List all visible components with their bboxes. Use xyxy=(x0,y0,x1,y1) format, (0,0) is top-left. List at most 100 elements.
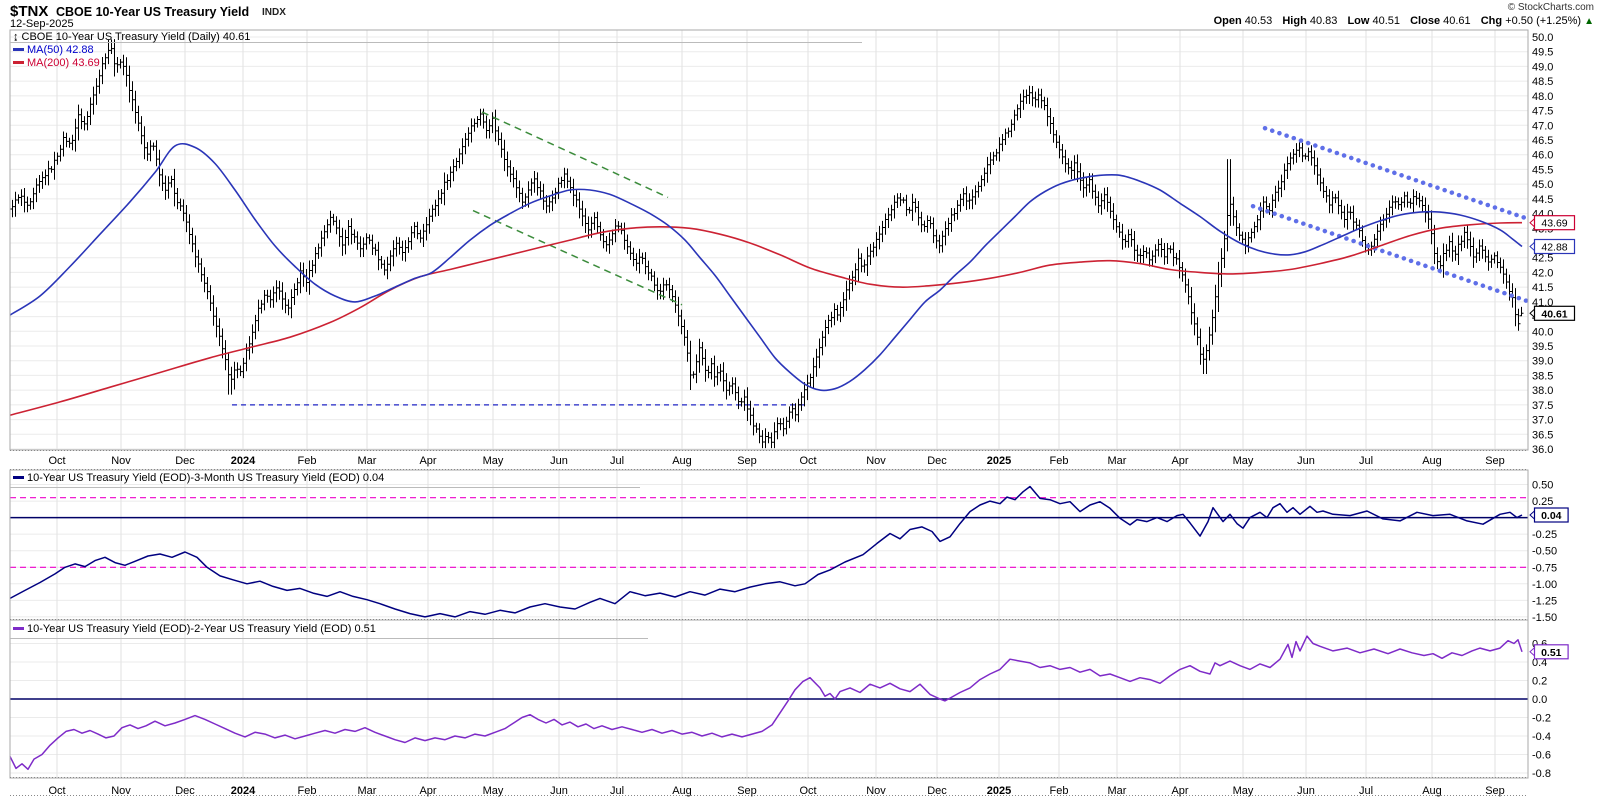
low-label: Low xyxy=(1347,15,1370,27)
ma200-swatch-icon xyxy=(13,60,24,64)
x-month-label: Sep xyxy=(1485,455,1505,467)
y-tick-label: -0.25 xyxy=(1532,529,1557,541)
x-month-label: Feb xyxy=(1050,455,1069,467)
x-month-label: May xyxy=(1233,455,1254,467)
x-month-label: Aug xyxy=(1422,785,1442,797)
main-legend-label: CBOE 10-Year US Treasury Yield (Daily) 4… xyxy=(21,31,251,43)
ma50-legend: MA(50) 42.88 xyxy=(13,44,94,56)
x-month-label: 2025 xyxy=(987,785,1011,797)
x-month-label: Feb xyxy=(298,785,317,797)
low-value: 40.51 xyxy=(1372,15,1401,27)
x-month-label: May xyxy=(483,785,504,797)
ma200-legend: MA(200) 43.69 xyxy=(13,57,100,69)
x-month-label: Sep xyxy=(737,785,757,797)
price-label-text: 0.51 xyxy=(1541,647,1562,659)
x-month-label: Oct xyxy=(48,455,65,467)
y-tick-label: 45.0 xyxy=(1532,179,1553,191)
y-tick-label: 0.50 xyxy=(1532,480,1553,492)
y-tick-label: 0.2 xyxy=(1532,676,1547,688)
y-tick-label: 36.5 xyxy=(1532,429,1553,441)
x-month-label: Jul xyxy=(1359,455,1373,467)
x-month-label: Dec xyxy=(927,455,947,467)
x-month-label: Dec xyxy=(175,455,195,467)
x-month-label: 2024 xyxy=(231,455,256,467)
y-tick-label: 48.5 xyxy=(1532,76,1553,88)
x-month-label: May xyxy=(483,455,504,467)
x-month-label: Sep xyxy=(737,455,757,467)
x-month-label: Aug xyxy=(1422,455,1442,467)
x-month-label: May xyxy=(1233,785,1254,797)
y-tick-label: -0.50 xyxy=(1532,546,1557,558)
high-value: 40.83 xyxy=(1309,15,1338,27)
y-tick-label: 39.0 xyxy=(1532,356,1553,368)
y-tick-label: 47.0 xyxy=(1532,120,1553,132)
y-tick-label: 0.0 xyxy=(1532,694,1547,706)
y-tick-label: 41.5 xyxy=(1532,282,1553,294)
y-tick-label: 45.5 xyxy=(1532,164,1553,176)
x-month-label: Apr xyxy=(1171,785,1188,797)
x-month-label: Jul xyxy=(1359,785,1373,797)
x-month-label: Sep xyxy=(1485,785,1505,797)
y-tick-label: -0.6 xyxy=(1532,750,1551,762)
y-tick-label: 42.0 xyxy=(1532,267,1553,279)
spread-3m-swatch-icon xyxy=(13,475,24,479)
x-month-label: Dec xyxy=(927,785,947,797)
updown-arrows-icon: ↨ xyxy=(13,31,19,43)
y-tick-label: 38.0 xyxy=(1532,385,1553,397)
x-month-label: Feb xyxy=(298,455,317,467)
y-tick-label: 37.5 xyxy=(1532,400,1553,412)
x-month-label: Nov xyxy=(111,455,131,467)
main-chart-legend: ↨ CBOE 10-Year US Treasury Yield (Daily) … xyxy=(13,31,250,43)
x-month-label: Mar xyxy=(1108,785,1127,797)
ma50-swatch-icon xyxy=(13,47,24,51)
y-tick-label: -1.50 xyxy=(1532,612,1557,624)
x-month-label: Oct xyxy=(48,785,65,797)
y-tick-label: 37.0 xyxy=(1532,415,1553,427)
x-month-label: Apr xyxy=(1171,455,1188,467)
spread-3m-label: 10-Year US Treasury Yield (EOD)-3-Month … xyxy=(27,472,385,484)
high-label: High xyxy=(1282,15,1307,27)
x-month-label: Jun xyxy=(550,785,568,797)
y-tick-label: 0.25 xyxy=(1532,496,1553,508)
page-title: CBOE 10-Year US Treasury Yield xyxy=(56,5,250,19)
price-label-text: 42.88 xyxy=(1541,242,1567,254)
y-tick-label: -1.00 xyxy=(1532,579,1557,591)
y-tick-label: 40.0 xyxy=(1532,326,1553,338)
x-month-label: Mar xyxy=(358,455,377,467)
x-month-label: Jun xyxy=(550,455,568,467)
y-tick-label: 49.0 xyxy=(1532,61,1553,73)
x-month-label: Dec xyxy=(175,785,195,797)
ma50-label: MA(50) 42.88 xyxy=(27,44,94,56)
x-month-label: Jul xyxy=(610,455,624,467)
chart-canvas: 50.0 49.5 49.0 48.5 48.0 47.5 47.0 46.5 46.0 45.5… xyxy=(0,0,1600,800)
spread-3m-legend: 10-Year US Treasury Yield (EOD)-3-Month … xyxy=(13,472,384,484)
y-tick-label: 44.5 xyxy=(1532,194,1553,206)
y-tick-label: -1.25 xyxy=(1532,595,1557,607)
spread-2y-legend: 10-Year US Treasury Yield (EOD)-2-Year U… xyxy=(13,623,376,635)
x-month-label: Jun xyxy=(1297,785,1315,797)
y-tick-label: -0.4 xyxy=(1532,731,1551,743)
x-month-label: Aug xyxy=(672,785,692,797)
y-tick-label: 38.5 xyxy=(1532,370,1553,382)
x-month-label: 2025 xyxy=(987,455,1011,467)
x-month-label: Nov xyxy=(866,785,886,797)
x-month-label: 2024 xyxy=(231,785,256,797)
exchange-tag: INDX xyxy=(262,7,286,18)
y-tick-label: 48.0 xyxy=(1532,91,1553,103)
stockcharts-chart-page: 50.0 49.5 49.0 48.5 48.0 47.5 47.0 46.5 46.0 45.5… xyxy=(0,0,1600,800)
x-month-label: Jul xyxy=(610,785,624,797)
copyright: © StockCharts.com xyxy=(1507,2,1594,13)
close-value: 40.61 xyxy=(1443,15,1471,27)
spread-2y-label: 10-Year US Treasury Yield (EOD)-2-Year U… xyxy=(27,623,376,635)
y-tick-label: 47.5 xyxy=(1532,106,1553,118)
x-month-label: Nov xyxy=(866,455,886,467)
up-arrow-icon: ▲ xyxy=(1584,16,1594,27)
y-tick-label: 49.5 xyxy=(1532,47,1553,59)
y-tick-label: -0.2 xyxy=(1532,713,1551,725)
x-month-label: Mar xyxy=(1108,455,1127,467)
open-label: Open xyxy=(1213,15,1242,27)
y-tick-label: 42.5 xyxy=(1532,253,1553,265)
chg-value: +0.50 (+1.25%) xyxy=(1505,15,1582,27)
x-month-label: Oct xyxy=(799,455,816,467)
spread-2y-swatch-icon xyxy=(13,626,24,630)
